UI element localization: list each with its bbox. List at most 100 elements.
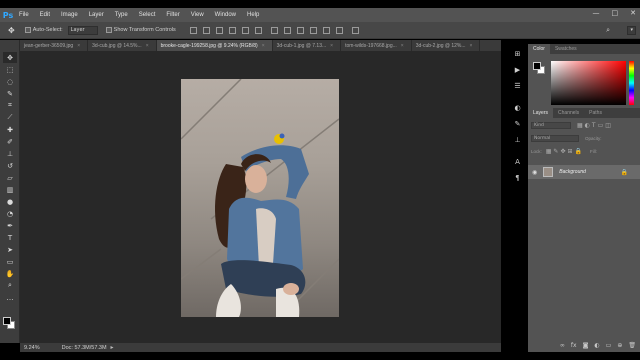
properties-icon[interactable]: ☰ (512, 80, 524, 92)
layers-controls: Kind ▦◐T▭◫ Normal Opacity: Lock: ▦✎✥⊞🔒 F… (528, 118, 640, 158)
quick-select-tool-icon[interactable]: ✎ (3, 88, 17, 99)
lasso-tool-icon[interactable]: ◌ (3, 76, 17, 87)
tab-brooke-cagle[interactable]: brooke-cagle-199258.jpg @ 9.24% (RGB/8) × (156, 40, 273, 51)
document-image[interactable] (181, 79, 339, 317)
clone-source-icon[interactable]: ⊥ (512, 134, 524, 146)
character-icon[interactable]: A (512, 156, 524, 168)
kind-filter[interactable]: Kind (531, 121, 571, 129)
tab-paths[interactable]: Paths (584, 108, 607, 118)
shape-tool-icon[interactable]: ▭ (3, 256, 17, 267)
foreground-color-swatch[interactable] (3, 317, 11, 325)
close-icon[interactable]: × (401, 43, 404, 49)
brushes-icon[interactable]: ✎ (512, 118, 524, 130)
zoom-level[interactable]: 9.24% (24, 345, 40, 351)
color-picker-field[interactable] (551, 61, 626, 105)
distribute-hcenter-icon[interactable] (322, 26, 330, 34)
menu-help[interactable]: Help (247, 12, 265, 18)
close-icon[interactable]: × (470, 43, 473, 49)
marquee-tool-icon[interactable]: ⬚ (3, 64, 17, 75)
status-arrow-icon[interactable]: ▸ (111, 344, 114, 351)
distribute-vcenter-icon[interactable] (283, 26, 291, 34)
menu-image[interactable]: Image (61, 12, 84, 18)
menu-select[interactable]: Select (139, 12, 162, 18)
close-icon[interactable]: × (262, 43, 265, 49)
actions-icon[interactable]: ▶ (512, 64, 524, 76)
blur-tool-icon[interactable]: ● (3, 196, 17, 207)
fx-icon[interactable]: fx (571, 342, 577, 349)
layer-name[interactable]: Background (559, 169, 586, 175)
align-bottom-icon[interactable] (215, 26, 223, 34)
move-tool-icon[interactable]: ✥ (8, 26, 15, 35)
layer-row-background[interactable]: ◉ Background 🔒 (528, 165, 640, 179)
align-top-icon[interactable] (189, 26, 197, 34)
tab-tom-wilds[interactable]: tom-wilds-197668.jpg... × (341, 40, 412, 51)
new-layer-icon[interactable]: ⊕ (617, 342, 622, 349)
tab-jean-gerber[interactable]: jean-gerber-36509.jpg × (20, 40, 89, 51)
align-right-icon[interactable] (254, 26, 262, 34)
blend-mode-dropdown[interactable]: Normal (531, 134, 579, 142)
visibility-eye-icon[interactable]: ◉ (532, 169, 537, 176)
pen-tool-icon[interactable]: ✒ (3, 220, 17, 231)
tab-3d-cub[interactable]: 3d-cub.jpg @ 14.5%... × (88, 40, 157, 51)
mask-icon[interactable]: ◙ (583, 342, 589, 349)
link-layers-icon[interactable]: ∞ (560, 342, 565, 349)
eyedropper-tool-icon[interactable]: ⟋ (3, 112, 17, 123)
menu-layer[interactable]: Layer (89, 12, 110, 18)
adjustments-icon[interactable]: ◐ (512, 102, 524, 114)
tab-channels[interactable]: Channels (553, 108, 584, 118)
close-icon[interactable]: ✕ (630, 9, 636, 17)
history-icon[interactable]: ⊞ (512, 48, 524, 60)
minimize-icon[interactable]: — (593, 9, 600, 17)
crop-tool-icon[interactable]: ⌗ (3, 100, 17, 111)
menu-file[interactable]: File (19, 12, 35, 18)
distribute-bottom-icon[interactable] (296, 26, 304, 34)
align-hcenter-icon[interactable] (241, 26, 249, 34)
hue-slider[interactable] (629, 61, 634, 105)
more-tools-icon[interactable]: … (3, 292, 17, 303)
auto-select-dropdown[interactable]: Layer (67, 25, 98, 35)
transform-controls-checkbox[interactable] (105, 27, 112, 33)
menu-type[interactable]: Type (115, 12, 134, 18)
clone-stamp-tool-icon[interactable]: ⊥ (3, 148, 17, 159)
align-left-icon[interactable] (228, 26, 236, 34)
gradient-tool-icon[interactable]: ▥ (3, 184, 17, 195)
healing-brush-tool-icon[interactable]: ✚ (3, 124, 17, 135)
menu-view[interactable]: View (191, 12, 210, 18)
move-tool-icon[interactable]: ✥ (3, 52, 17, 63)
adjustment-layer-icon[interactable]: ◐ (594, 342, 599, 349)
tab-3d-cub-1[interactable]: 3d-cub-1.jpg @ 7.13... × (273, 40, 342, 51)
type-tool-icon[interactable]: T (3, 232, 17, 243)
lock-icons[interactable]: ▦✎✥⊞🔒 (546, 148, 584, 155)
paragraph-icon[interactable]: ¶ (512, 172, 524, 184)
zoom-tool-icon[interactable]: ⌕ (3, 280, 17, 291)
auto-align-icon[interactable] (351, 26, 359, 34)
path-select-tool-icon[interactable]: ➤ (3, 244, 17, 255)
menu-window[interactable]: Window (215, 12, 242, 18)
menu-edit[interactable]: Edit (40, 12, 56, 18)
tab-layers[interactable]: Layers (528, 108, 554, 118)
maximize-icon[interactable]: □ (612, 9, 619, 17)
workspace-dropdown[interactable]: ▾ (627, 25, 636, 35)
dodge-tool-icon[interactable]: ◔ (3, 208, 17, 219)
history-brush-tool-icon[interactable]: ↺ (3, 160, 17, 171)
brush-tool-icon[interactable]: ✐ (3, 136, 17, 147)
menu-filter[interactable]: Filter (166, 12, 185, 18)
trash-icon[interactable]: 🗑 (628, 342, 636, 349)
close-icon[interactable]: × (330, 43, 333, 49)
eraser-tool-icon[interactable]: ▱ (3, 172, 17, 183)
distribute-top-icon[interactable] (270, 26, 278, 34)
align-vcenter-icon[interactable] (202, 26, 210, 34)
close-icon[interactable]: × (77, 43, 80, 49)
tab-3d-cub-2[interactable]: 3d-cub-2.jpg @ 12%... × (412, 40, 481, 51)
foreground-color-swatch[interactable] (533, 62, 541, 70)
distribute-right-icon[interactable] (335, 26, 343, 34)
close-icon[interactable]: × (146, 43, 149, 49)
tab-color[interactable]: Color (528, 44, 550, 54)
hand-tool-icon[interactable]: ✋ (3, 268, 17, 279)
filter-icons[interactable]: ▦◐T▭◫ (577, 122, 613, 129)
search-icon[interactable]: ⌕ (606, 26, 610, 35)
group-icon[interactable]: ▭ (606, 342, 612, 349)
auto-select-checkbox[interactable] (24, 27, 31, 33)
tab-swatches[interactable]: Swatches (550, 44, 582, 54)
distribute-left-icon[interactable] (309, 26, 317, 34)
